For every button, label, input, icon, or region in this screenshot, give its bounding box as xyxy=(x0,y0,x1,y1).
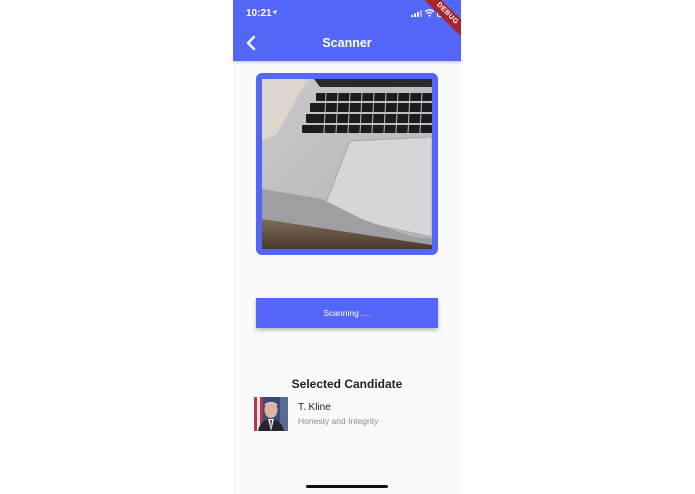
camera-feed-image xyxy=(262,79,432,249)
location-arrow-icon xyxy=(271,9,278,16)
wifi-icon xyxy=(424,9,435,17)
candidate-name: T. Kline xyxy=(298,402,331,413)
cellular-signal-icon xyxy=(411,10,422,17)
page-title: Scanner xyxy=(322,36,372,50)
selected-candidate-heading: Selected Candidate xyxy=(291,377,403,391)
camera-preview xyxy=(262,79,432,249)
app-bar: 10:21 DEBUG Scanner xyxy=(233,0,461,61)
phone-screen: 10:21 DEBUG Scanner Scanning .... Select… xyxy=(233,0,461,494)
status-time: 10:21 xyxy=(246,8,272,19)
scan-button[interactable]: Scanning .... xyxy=(256,298,438,328)
camera-preview-frame xyxy=(256,73,438,255)
candidate-tagline: Honesty and Integrity xyxy=(298,416,379,426)
home-indicator[interactable] xyxy=(306,485,388,488)
candidate-avatar xyxy=(254,397,288,431)
selected-candidate-item[interactable]: T. Kline Honesty and Integrity xyxy=(254,397,444,431)
